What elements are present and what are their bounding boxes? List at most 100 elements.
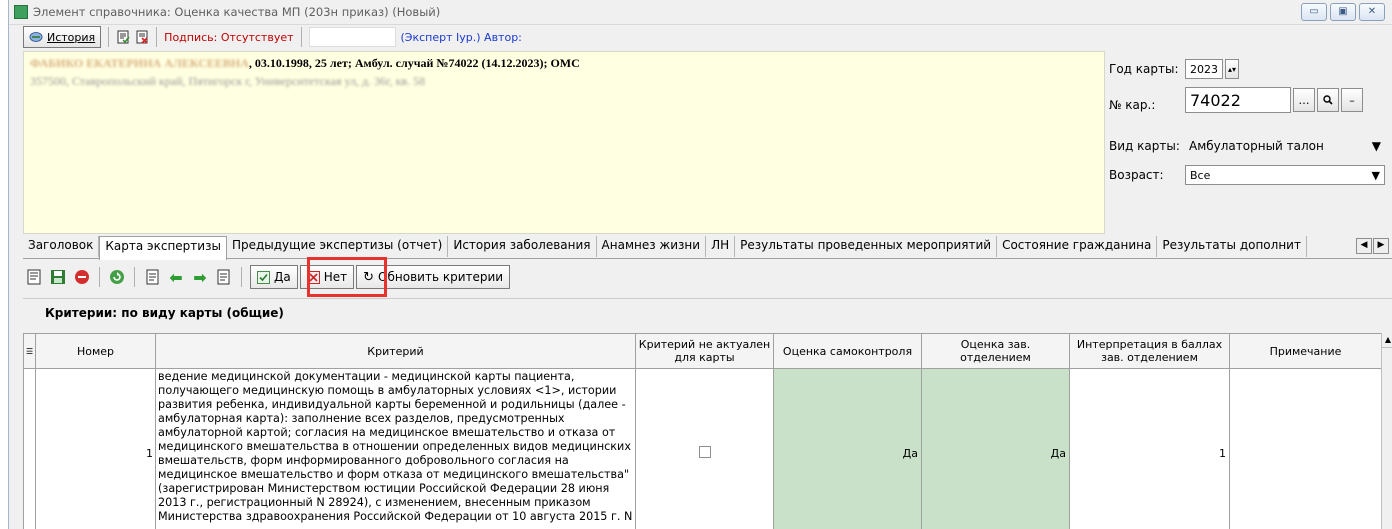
cell-self-score[interactable]: Да bbox=[773, 368, 922, 529]
yes-label: Да bbox=[274, 270, 291, 284]
scroll-up-arrow[interactable]: ▲ bbox=[1382, 333, 1392, 348]
age-select[interactable]: Все ▼ bbox=[1185, 165, 1385, 185]
signature-status: Подпись: Отсутствует bbox=[164, 30, 294, 44]
patient-case-info: , 03.10.1998, 25 лет; Амбул. случай №740… bbox=[248, 56, 580, 70]
col-note[interactable]: Примечание bbox=[1229, 333, 1382, 369]
points-value: 1 bbox=[1219, 447, 1226, 460]
age-value: Все bbox=[1190, 168, 1211, 182]
age-label: Возраст: bbox=[1109, 168, 1164, 182]
card-number-row: № кар.: 74022 … – bbox=[1109, 87, 1363, 113]
minimize-button[interactable]: ▭ bbox=[1301, 3, 1327, 21]
arrow-left-icon[interactable]: ⬅ bbox=[167, 268, 185, 287]
tab-citizen-state[interactable]: Состояние гражданина bbox=[997, 236, 1158, 257]
move-left-doc-icon[interactable] bbox=[143, 268, 161, 286]
tab-disease-history[interactable]: История заболевания bbox=[448, 236, 597, 257]
card-number-input[interactable]: 74022 bbox=[1185, 87, 1291, 113]
toolbar-separator bbox=[99, 267, 100, 287]
move-right-doc-icon[interactable] bbox=[215, 268, 233, 286]
title-bar: Элемент справочника: Оценка качества МП … bbox=[9, 0, 1392, 25]
history-icon bbox=[29, 32, 43, 42]
expert-author-label: (Эксперт Iур.) Автор: bbox=[400, 30, 522, 44]
card-type-label: Вид карты: bbox=[1109, 139, 1180, 153]
head-score-value: Да bbox=[1050, 447, 1066, 460]
cell-not-relevant[interactable] bbox=[635, 368, 774, 529]
chevron-down-icon: ▼ bbox=[1371, 168, 1380, 182]
patient-info-panel: ФАБИКО ЕКАТЕРИНА АЛЕКСЕЕВНА, 03.10.1998,… bbox=[23, 51, 1105, 234]
tab-expertise-card[interactable]: Карта экспертизы bbox=[99, 236, 227, 260]
criteria-table: ☰ Номер Критерий Критерий не актуален дл… bbox=[23, 333, 1382, 529]
sign-doc-icon[interactable] bbox=[116, 30, 130, 44]
history-label: История bbox=[47, 30, 96, 44]
expertise-toolbar: ⬅ ➡ Да Нет ↻ Обновить критерии bbox=[23, 260, 511, 294]
unsign-doc-icon[interactable] bbox=[135, 30, 149, 44]
vertical-scrollbar[interactable]: ▲ bbox=[1381, 333, 1392, 529]
top-toolbar: История Подпись: Отсутствует (Эксперт Iу… bbox=[9, 25, 1392, 49]
toolbar-separator bbox=[241, 267, 242, 287]
window-controls: ▭ ▣ ✕ bbox=[1301, 3, 1385, 21]
refresh-criteria-label: Обновить критерии bbox=[378, 270, 504, 284]
patient-address: 357500, Ставропольский край, Пятигорск г… bbox=[30, 74, 426, 88]
cell-points[interactable]: 1 bbox=[1069, 368, 1230, 529]
col-criterion[interactable]: Критерий bbox=[155, 333, 636, 369]
tab-scroll-right[interactable]: ▶ bbox=[1373, 238, 1389, 254]
criterion-text: ведение медицинской документации - медиц… bbox=[158, 370, 633, 523]
col-self-score[interactable]: Оценка самоконтроля bbox=[773, 333, 922, 369]
cell-criterion[interactable]: ведение медицинской документации - медиц… bbox=[155, 368, 636, 529]
card-type-select[interactable]: Амбулаторный талон ▼ bbox=[1185, 136, 1385, 156]
year-row: Год карты: 2023 ▴▾ bbox=[1109, 59, 1239, 79]
row-selector-header[interactable]: ☰ bbox=[23, 333, 36, 369]
chevron-down-icon: ▼ bbox=[1371, 139, 1381, 153]
col-number[interactable]: Номер bbox=[35, 333, 156, 369]
year-input[interactable]: 2023 bbox=[1185, 59, 1223, 79]
tab-additional-results[interactable]: Результаты дополнит bbox=[1157, 236, 1307, 257]
tab-strip: Заголовок Карта экспертизы Предыдущие эк… bbox=[23, 236, 1392, 260]
author-name-field bbox=[308, 27, 396, 47]
cell-head-score[interactable]: Да bbox=[921, 368, 1070, 529]
tab-ln[interactable]: ЛН bbox=[706, 236, 736, 257]
refresh-green-icon[interactable] bbox=[108, 268, 126, 286]
col-head-score[interactable]: Оценка зав. отделением bbox=[921, 333, 1070, 369]
table-header: ☰ Номер Критерий Критерий не актуален дл… bbox=[23, 333, 1382, 369]
self-score-value: Да bbox=[902, 447, 918, 460]
card-select-button[interactable]: … bbox=[1293, 88, 1315, 112]
close-button[interactable]: ✕ bbox=[1359, 3, 1385, 21]
number-value: 1 bbox=[146, 447, 153, 460]
arrow-right-icon[interactable]: ➡ bbox=[191, 268, 209, 287]
cell-note[interactable] bbox=[1229, 368, 1382, 529]
yes-button[interactable]: Да bbox=[250, 265, 298, 289]
patient-summary: ФАБИКО ЕКАТЕРИНА АЛЕКСЕЕВНА, 03.10.1998,… bbox=[30, 56, 580, 71]
col-not-relevant[interactable]: Критерий не актуален для карты bbox=[635, 333, 774, 369]
col-points[interactable]: Интерпретация в баллах зав. отделением bbox=[1069, 333, 1230, 369]
card-info-panel: Год карты: 2023 ▴▾ № кар.: 74022 … – Вид… bbox=[1103, 51, 1392, 232]
toolbar-separator bbox=[134, 267, 135, 287]
card-number-label: № кар.: bbox=[1109, 98, 1156, 112]
year-spinner[interactable]: ▴▾ bbox=[1225, 59, 1239, 79]
tab-previous-expertises[interactable]: Предыдущие экспертизы (отчет) bbox=[227, 236, 449, 257]
toolbar-separator bbox=[300, 27, 302, 47]
checkbox-yes-icon bbox=[257, 270, 270, 284]
table-row[interactable]: 1 ведение медицинской документации - мед… bbox=[23, 368, 1382, 529]
highlight-box bbox=[307, 257, 387, 297]
stop-icon[interactable] bbox=[73, 268, 91, 286]
save-icon[interactable] bbox=[49, 268, 67, 286]
cell-number: 1 bbox=[35, 368, 156, 529]
row-selector[interactable] bbox=[23, 368, 36, 529]
clear-button[interactable]: – bbox=[1341, 88, 1363, 112]
main-window: Элемент справочника: Оценка качества МП … bbox=[8, 0, 1392, 529]
toolbar-separator bbox=[108, 27, 110, 47]
history-button[interactable]: История bbox=[23, 26, 102, 48]
maximize-button[interactable]: ▣ bbox=[1330, 3, 1356, 21]
tab-header[interactable]: Заголовок bbox=[23, 236, 100, 257]
tab-life-anamnesis[interactable]: Анамнез жизни bbox=[597, 236, 707, 257]
year-label: Год карты: bbox=[1109, 62, 1179, 76]
tab-scroll-left[interactable]: ◀ bbox=[1356, 238, 1372, 254]
search-icon bbox=[1323, 95, 1333, 105]
search-button[interactable] bbox=[1317, 88, 1339, 112]
not-relevant-checkbox[interactable] bbox=[698, 446, 711, 458]
tab-measures-results[interactable]: Результаты проведенных мероприятий bbox=[735, 236, 998, 257]
toolbar-separator bbox=[156, 27, 158, 47]
window-title: Элемент справочника: Оценка качества МП … bbox=[33, 5, 441, 19]
patient-name: ФАБИКО ЕКАТЕРИНА АЛЕКСЕЕВНА bbox=[30, 56, 249, 70]
app-icon bbox=[14, 5, 28, 19]
document-icon[interactable] bbox=[25, 268, 43, 286]
